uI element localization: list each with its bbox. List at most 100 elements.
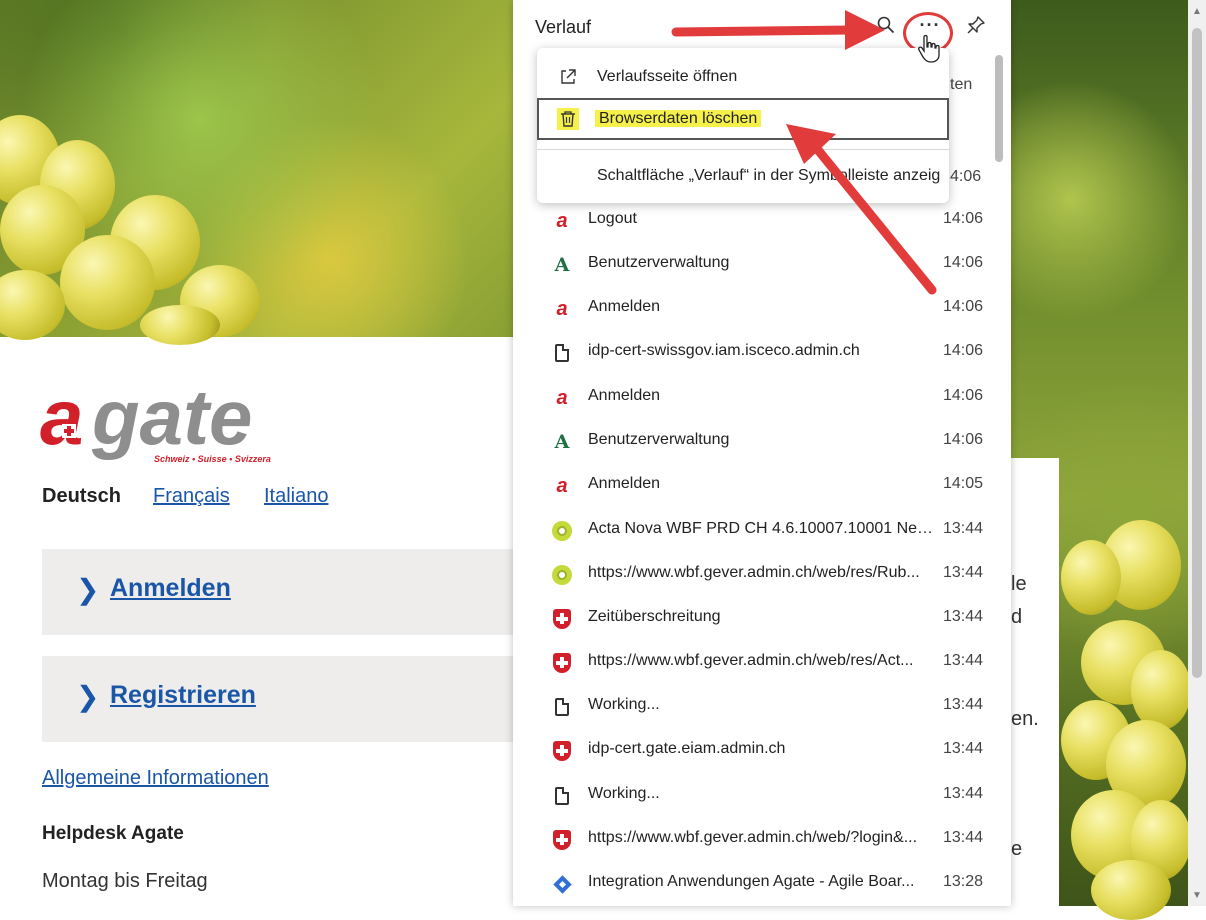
history-entry-title: Working... xyxy=(588,785,660,802)
page-scrollbar[interactable]: ▲ ▼ xyxy=(1188,0,1206,906)
history-entry-time: 14:06 xyxy=(943,298,984,315)
grape xyxy=(1131,650,1191,730)
history-entry[interactable]: A Benutzerverwaltung 14:06 xyxy=(513,242,993,286)
general-info-link[interactable]: Allgemeine Informationen xyxy=(42,767,269,790)
agate-logo-graphic: a gate Schweiz • Suisse • Svizzera xyxy=(40,373,271,464)
history-entry-title: idp-cert.gate.eiam.admin.ch xyxy=(588,740,786,757)
menu-divider xyxy=(537,149,949,150)
acta-nova-site-icon xyxy=(551,520,573,542)
history-entry-time: 13:44 xyxy=(943,829,984,846)
history-entry-title: https://www.wbf.gever.admin.ch/web/res/A… xyxy=(588,652,914,669)
page-scrollbar-thumb[interactable] xyxy=(1192,28,1202,678)
history-entry[interactable]: Working... 13:44 xyxy=(513,773,993,817)
pin-icon xyxy=(967,16,985,34)
history-entry[interactable]: Working... 13:44 xyxy=(513,684,993,728)
helpdesk-heading: Helpdesk Agate xyxy=(42,823,184,844)
menu-item-show-history-button[interactable]: Schaltfläche „Verlauf“ in der Symbolleis… xyxy=(597,167,949,185)
history-entry[interactable]: https://www.wbf.gever.admin.ch/web/?logi… xyxy=(513,817,993,861)
grape xyxy=(1091,860,1171,920)
history-scrollbar-thumb[interactable] xyxy=(995,55,1003,162)
obscured-time: 4:06 xyxy=(950,168,982,185)
swiss-shield-icon xyxy=(551,652,573,674)
history-entry-time: 13:44 xyxy=(943,785,984,802)
history-entry-time: 14:06 xyxy=(943,210,984,227)
history-entry-time: 13:44 xyxy=(943,740,984,757)
grape xyxy=(60,235,155,330)
search-icon xyxy=(877,16,895,34)
menu-item-label: Verlaufsseite öffnen xyxy=(597,68,738,85)
history-entry-title: Working... xyxy=(588,696,660,713)
chevron-right-icon: ❯ xyxy=(76,574,100,605)
language-francais[interactable]: Français xyxy=(153,485,230,508)
history-entry[interactable]: idp-cert-swissgov.iam.isceco.admin.ch 14… xyxy=(513,330,993,374)
obscured-text: ten xyxy=(950,76,973,93)
language-deutsch[interactable]: Deutsch xyxy=(42,485,121,508)
history-entry-title: Logout xyxy=(588,210,637,227)
history-entry-title: https://www.wbf.gever.admin.ch/web/res/R… xyxy=(588,564,920,581)
history-entry-time: 14:06 xyxy=(943,342,984,359)
agate-site-icon: a xyxy=(556,475,568,497)
history-more-menu: Verlaufsseite öffnen Browserdaten lösche… xyxy=(537,48,949,203)
swiss-shield-icon xyxy=(551,829,573,851)
scroll-up-icon[interactable]: ▲ xyxy=(1192,6,1202,17)
history-entry[interactable]: Acta Nova WBF PRD CH 4.6.10007.10001 Neo… xyxy=(513,508,993,552)
svg-text:a: a xyxy=(40,373,83,461)
history-entry[interactable]: a Logout 14:06 xyxy=(513,198,993,242)
history-entry-title: https://www.wbf.gever.admin.ch/web/?logi… xyxy=(588,829,918,846)
history-entry[interactable]: a Anmelden 14:06 xyxy=(513,375,993,419)
history-entry-title: Anmelden xyxy=(588,475,661,492)
history-entry[interactable]: Integration Anwendungen Agate - Agile Bo… xyxy=(513,861,993,905)
language-italiano[interactable]: Italiano xyxy=(264,485,329,508)
card-text-fragment: le xyxy=(1011,573,1027,595)
anmelden-label: Anmelden xyxy=(110,574,231,602)
agate-site-icon: a xyxy=(556,298,568,320)
agate-logo[interactable]: a gate Schweiz • Suisse • Svizzera xyxy=(40,372,310,472)
history-entry[interactable]: A Benutzerverwaltung 14:06 xyxy=(513,419,993,463)
registrieren-label: Registrieren xyxy=(110,681,256,709)
history-panel-title: Verlauf xyxy=(535,17,592,37)
history-entry[interactable]: idp-cert.gate.eiam.admin.ch 13:44 xyxy=(513,728,993,772)
trash-icon xyxy=(557,108,579,130)
history-entry[interactable]: https://www.wbf.gever.admin.ch/web/res/R… xyxy=(513,552,993,596)
grape xyxy=(0,270,65,340)
acta-nova-site-icon xyxy=(551,564,573,586)
helpdesk-hours: Montag bis Freitag xyxy=(42,870,208,892)
swiss-shield-icon xyxy=(551,740,573,762)
history-entry[interactable]: a Anmelden 14:05 xyxy=(513,463,993,507)
history-entry-title: idp-cert-swissgov.iam.isceco.admin.ch xyxy=(588,342,860,359)
card-text-fragment: d xyxy=(1011,606,1023,628)
history-entry-time: 13:44 xyxy=(943,696,984,713)
history-entry-time: 13:44 xyxy=(943,520,984,537)
history-entry-time: 13:44 xyxy=(943,608,984,625)
history-search-button[interactable] xyxy=(871,10,901,40)
history-entry-time: 13:44 xyxy=(943,652,984,669)
highlighted-label: Browserdaten löschen xyxy=(595,110,762,127)
chevron-right-icon: ❯ xyxy=(76,681,100,712)
history-entry-title: Integration Anwendungen Agate - Agile Bo… xyxy=(588,873,915,890)
anmelden-button[interactable]: ❯ Anmelden xyxy=(42,549,562,635)
menu-item-clear-browsing-data[interactable]: Browserdaten löschen xyxy=(537,98,949,140)
card-text-fragment: e xyxy=(1011,838,1023,860)
document-icon xyxy=(551,342,573,364)
pin-panel-button[interactable] xyxy=(961,10,991,40)
grape xyxy=(1061,540,1121,615)
grape xyxy=(140,305,220,345)
registrieren-button[interactable]: ❯ Registrieren xyxy=(42,656,562,742)
svg-text:gate: gate xyxy=(91,373,252,461)
history-entry-title: Zeitüberschreitung xyxy=(588,608,721,625)
history-entry[interactable]: Zeitüberschreitung 13:44 xyxy=(513,596,993,640)
agate-site-icon: a xyxy=(556,210,568,232)
scroll-down-icon[interactable]: ▼ xyxy=(1192,890,1202,901)
history-entry-time: 14:06 xyxy=(943,431,984,448)
open-external-icon xyxy=(557,66,579,88)
history-entry[interactable]: https://www.wbf.gever.admin.ch/web/res/A… xyxy=(513,640,993,684)
document-icon xyxy=(551,785,573,807)
benutzerverwaltung-site-icon: A xyxy=(554,431,570,453)
history-entry[interactable]: a Anmelden 14:06 xyxy=(513,286,993,330)
swiss-shield-icon xyxy=(551,608,573,630)
hand-cursor-icon xyxy=(918,34,940,63)
menu-item-open-history-page[interactable]: Verlaufsseite öffnen xyxy=(537,56,949,98)
history-entry-title: Benutzerverwaltung xyxy=(588,431,730,448)
history-entry-title: Anmelden xyxy=(588,298,661,315)
history-entry-time: 14:05 xyxy=(943,475,984,492)
